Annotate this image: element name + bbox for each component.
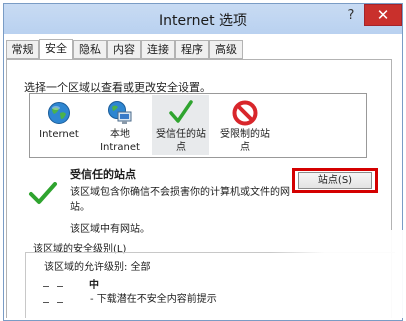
close-button[interactable]: ✕: [364, 4, 402, 26]
slider-tick: [43, 302, 49, 303]
title-bar[interactable]: Internet 选项 ? ✕: [4, 4, 402, 34]
tab-general[interactable]: 常规: [6, 40, 39, 59]
slider-tick: [43, 286, 49, 287]
sites-button[interactable]: 站点(S): [298, 172, 372, 189]
tab-advanced[interactable]: 高级: [209, 40, 243, 59]
selected-zone-checkmark-icon: [29, 182, 57, 204]
selected-zone-title: 受信任的站点: [70, 168, 136, 181]
zone-label-restricted-sites: 受限制的站点: [220, 129, 270, 153]
help-button[interactable]: ?: [342, 7, 360, 25]
security-level-name: 中: [89, 280, 99, 291]
zone-label-local-intranet: 本地 Intranet: [100, 129, 140, 153]
slider-tick: [57, 302, 63, 303]
tab-connections[interactable]: 连接: [141, 40, 175, 59]
tab-programs[interactable]: 程序: [175, 40, 209, 59]
allowed-levels-text: 该区域的允许级别: 全部: [44, 262, 151, 273]
zone-label-trusted-sites: 受信任的站点: [156, 129, 206, 153]
intranet-icon: [108, 101, 132, 124]
security-level-slider[interactable]: [43, 278, 63, 318]
globe-icon: [48, 102, 70, 124]
slider-tick: [57, 286, 63, 287]
selected-zone-description: 该区域包含你确信不会损害你的计算机或文件的网站。: [70, 187, 290, 213]
selected-zone-note: 该区域中有网站。: [70, 224, 150, 235]
tab-security[interactable]: 安全: [39, 39, 73, 60]
security-level-description: - 下载潜在不安全内容前提示: [90, 294, 217, 305]
bottom-right-fade: [270, 230, 406, 318]
checkmark-icon: [169, 100, 193, 123]
zone-label-internet: Internet: [39, 129, 79, 140]
tab-content[interactable]: 内容: [107, 40, 141, 59]
restricted-icon: [232, 100, 258, 126]
tab-privacy[interactable]: 隐私: [73, 40, 107, 59]
